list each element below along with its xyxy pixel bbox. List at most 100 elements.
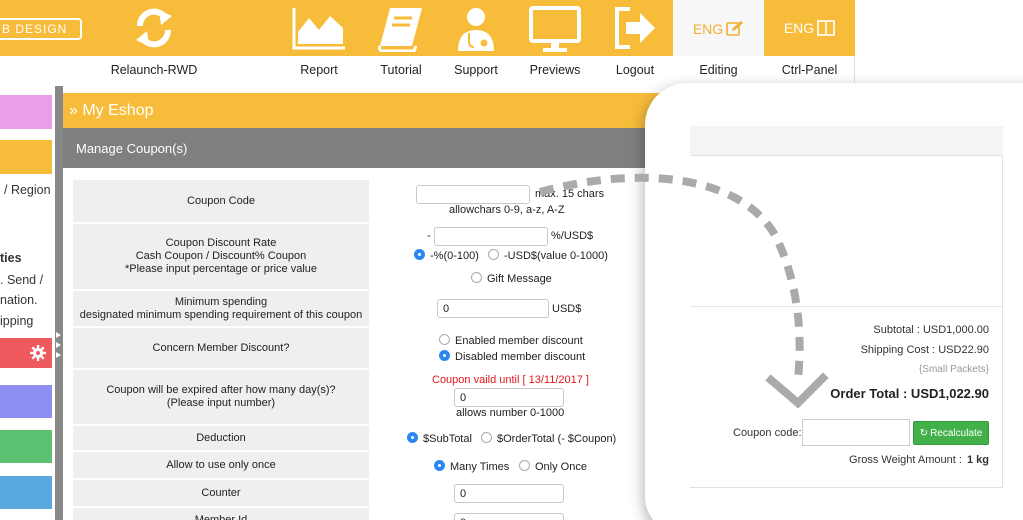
only-once-label: Only Once [535, 461, 587, 473]
nav-label-relaunch: Relaunch-RWD [110, 63, 198, 77]
discount-suffix: %/USD$ [551, 230, 594, 242]
nav-label-report: Report [300, 63, 338, 77]
nav-item-previews[interactable]: Previews [518, 0, 592, 83]
gross-weight-value: 1 kg [966, 454, 989, 466]
order-total-text: Order Total : USD1,022.90 [830, 386, 989, 401]
usd-radio-label: -USD$(value 0-1000) [504, 250, 608, 262]
disabled-member-radio[interactable] [439, 350, 450, 361]
monitor-icon [529, 6, 581, 57]
discount-label-line2: Cash Coupon / Discount% Coupon [135, 250, 307, 262]
discount-label: Coupon Discount Rate Cash Coupon / Disco… [73, 223, 371, 291]
min-spending-input[interactable]: 0 [437, 299, 549, 318]
nav-item-report[interactable]: Report [281, 0, 357, 83]
collapse-arrow-icon [56, 342, 61, 348]
disabled-member-option[interactable]: Disabled member discount [439, 350, 585, 363]
recalculate-button[interactable]: ↻ Recalculate [913, 421, 989, 445]
refresh-icon [132, 6, 176, 53]
counter-label: Counter [73, 479, 371, 508]
sidebar-item-purple[interactable] [0, 385, 52, 418]
enabled-member-radio[interactable] [439, 334, 450, 345]
nav-label-tutorial: Tutorial [380, 63, 422, 77]
shipping-method-text: {Small Packets} [918, 364, 989, 375]
cart-summary-divider [690, 306, 1003, 307]
collapse-arrow-icon [56, 332, 61, 338]
enabled-member-option[interactable]: Enabled member discount [439, 334, 583, 347]
sidebar-item-orange[interactable] [0, 140, 52, 174]
expiry-label: Coupon will be expired after how many da… [73, 369, 371, 426]
gift-message-option[interactable]: Gift Message [471, 272, 552, 285]
min-spending-label: Minimum spending designated minimum spen… [73, 290, 371, 328]
only-once-radio[interactable] [519, 460, 530, 471]
discount-rate-input[interactable] [434, 227, 548, 246]
editing-lang: ENG [673, 20, 764, 37]
cart-summary-header [690, 126, 1003, 156]
nav-item-support[interactable]: Support [440, 0, 512, 83]
cart-coupon-input[interactable] [802, 419, 910, 446]
many-times-radio[interactable] [434, 460, 445, 471]
book-icon [376, 6, 426, 55]
counter-input[interactable]: 0 [454, 484, 564, 503]
many-times-option[interactable]: Many Times [434, 460, 509, 473]
gross-weight: Gross Weight Amount : 1 kg [849, 454, 989, 466]
collapse-handle[interactable] [55, 86, 63, 520]
nav-item-relaunch[interactable]: Relaunch-RWD [103, 0, 205, 83]
chart-icon [291, 6, 347, 53]
ordertotal-radio[interactable] [481, 432, 492, 443]
nav-item-tutorial[interactable]: Tutorial [364, 0, 438, 83]
nav-label-logout: Logout [615, 63, 655, 77]
coupon-code-input[interactable] [416, 185, 530, 204]
subtotal-option[interactable]: $SubTotal [407, 432, 472, 445]
top-navigation: B DESIGN Relaunch-RWD Report Tutorial Su… [0, 0, 855, 83]
sidebar-line-3: ipping [0, 314, 34, 328]
sidebar-item-pink[interactable] [0, 95, 52, 129]
many-times-label: Many Times [450, 461, 510, 473]
coupon-code-label: Coupon Code [73, 180, 371, 224]
sidebar-region-text: / Region [4, 183, 51, 197]
enabled-member-label: Enabled member discount [455, 335, 583, 347]
subtotal-radio-label: $SubTotal [423, 433, 472, 445]
valid-until-text: Coupon vaild until [ 13/11/2017 ] [432, 374, 589, 386]
gross-weight-label: Gross Weight Amount : [849, 454, 962, 466]
nav-item-editing[interactable]: ENG Editing [673, 0, 764, 83]
usd-radio[interactable] [488, 249, 499, 260]
subtotal-radio[interactable] [407, 432, 418, 443]
sidebar-item-green[interactable] [0, 430, 52, 463]
nav-item-logout[interactable]: Logout [598, 0, 672, 83]
ordertotal-option[interactable]: $OrderTotal (- $Coupon) [481, 432, 616, 445]
shipping-cost-text: Shipping Cost : USD22.90 [860, 344, 989, 356]
gear-icon [30, 345, 46, 364]
sidebar-item-settings[interactable] [0, 338, 52, 368]
gift-radio[interactable] [471, 272, 482, 283]
cart-coupon-label: Coupon code: [733, 427, 802, 439]
ctrl-panel-lang-label: ENG [783, 20, 815, 36]
member-id-input[interactable]: 0 [454, 513, 564, 520]
percent-radio-label: -%(0-100) [430, 250, 479, 262]
deduction-label: Deduction [73, 425, 371, 452]
ordertotal-radio-label: $OrderTotal (- $Coupon) [497, 433, 617, 445]
logo[interactable]: B DESIGN [0, 18, 82, 40]
window-icon [817, 20, 835, 36]
gift-radio-label: Gift Message [487, 273, 552, 285]
nav-item-ctrl-panel[interactable]: ENG Ctrl-Panel [764, 0, 855, 83]
discount-percent-option[interactable]: -%(0-100) [414, 249, 479, 262]
doctor-icon [455, 6, 497, 55]
only-once-option[interactable]: Only Once [519, 460, 587, 473]
nav-label-ctrl-panel: Ctrl-Panel [781, 63, 838, 77]
sidebar-item-blue[interactable] [0, 476, 52, 509]
recalculate-label: Recalculate [930, 428, 983, 439]
expiry-label-line2: (Please input number) [166, 397, 276, 409]
percent-radio[interactable] [414, 249, 425, 260]
subtotal-text: Subtotal : USD1,000.00 [873, 324, 989, 336]
sidebar-heading: ties [0, 251, 22, 265]
expiry-label-line1: Coupon will be expired after how many da… [106, 384, 336, 396]
discount-usd-option[interactable]: -USD$(value 0-1000) [488, 249, 608, 262]
discount-label-line1: Coupon Discount Rate [165, 237, 277, 249]
nav-label-support: Support [454, 63, 498, 77]
disabled-member-label: Disabled member discount [455, 351, 586, 363]
refresh-icon: ↻ [919, 428, 929, 439]
expiry-days-input[interactable]: 0 [454, 388, 564, 407]
use-once-label: Allow to use only once [73, 451, 371, 480]
min-spending-label-line2: designated minimum spending requirement … [79, 308, 363, 321]
min-spending-label-line1: Minimum spending [174, 295, 268, 308]
discount-prefix: - [427, 230, 431, 242]
